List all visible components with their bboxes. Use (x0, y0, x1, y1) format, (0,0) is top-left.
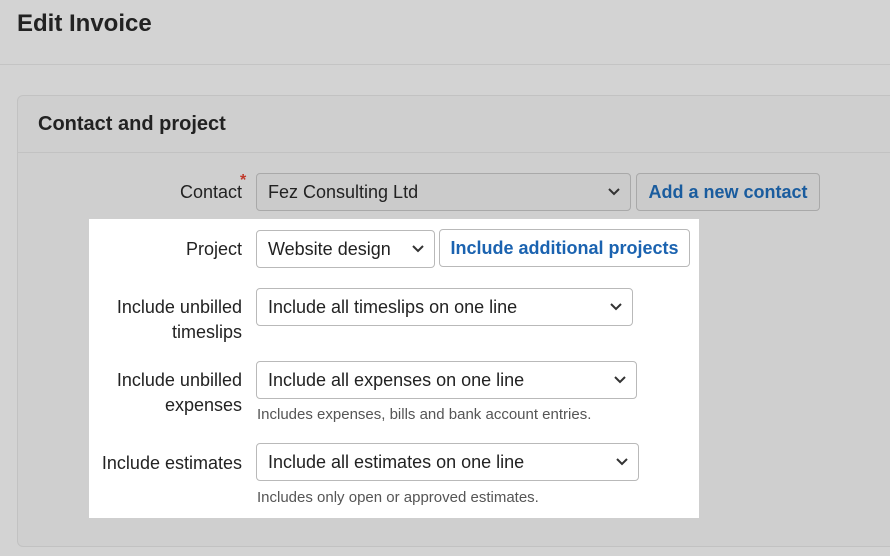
chevron-down-icon (608, 188, 620, 196)
expenses-label-line1: Include unbilled (116, 370, 242, 390)
expenses-label-line2: expenses (164, 395, 242, 415)
page-title: Edit Invoice (17, 10, 152, 37)
card-title: Contact and project (38, 113, 226, 135)
required-indicator: * (240, 172, 247, 189)
estimates-select-value: Include all estimates on one line (268, 452, 525, 472)
include-additional-projects-button[interactable]: Include additional projects (439, 229, 690, 267)
chevron-down-icon (614, 376, 626, 384)
project-label: Project (185, 239, 242, 259)
timeslips-label-line1: Include unbilled (116, 297, 242, 317)
chevron-down-icon (610, 303, 622, 311)
estimates-label: Include estimates (101, 453, 242, 473)
expenses-select-value: Include all expenses on one line (268, 370, 525, 390)
estimates-select[interactable]: Include all estimates on one line (256, 443, 639, 481)
add-new-contact-button[interactable]: Add a new contact (636, 173, 820, 211)
estimates-hint: Includes only open or approved estimates… (257, 489, 539, 506)
contact-label: Contact (179, 182, 242, 202)
contact-select-value: Fez Consulting Ltd (268, 182, 419, 202)
contact-select[interactable]: Fez Consulting Ltd (256, 173, 631, 211)
project-select[interactable]: Website design (256, 230, 435, 268)
timeslips-select[interactable]: Include all timeslips on one line (256, 288, 633, 326)
project-select-value: Website design (268, 239, 391, 259)
card-header: Contact and project (18, 96, 890, 153)
chevron-down-icon (616, 458, 628, 466)
timeslips-select-value: Include all timeslips on one line (268, 297, 518, 317)
timeslips-label-line2: timeslips (171, 322, 242, 342)
expenses-select[interactable]: Include all expenses on one line (256, 361, 637, 399)
expenses-hint: Includes expenses, bills and bank accoun… (257, 406, 592, 423)
page-header: Edit Invoice (0, 0, 890, 65)
chevron-down-icon (412, 245, 424, 253)
